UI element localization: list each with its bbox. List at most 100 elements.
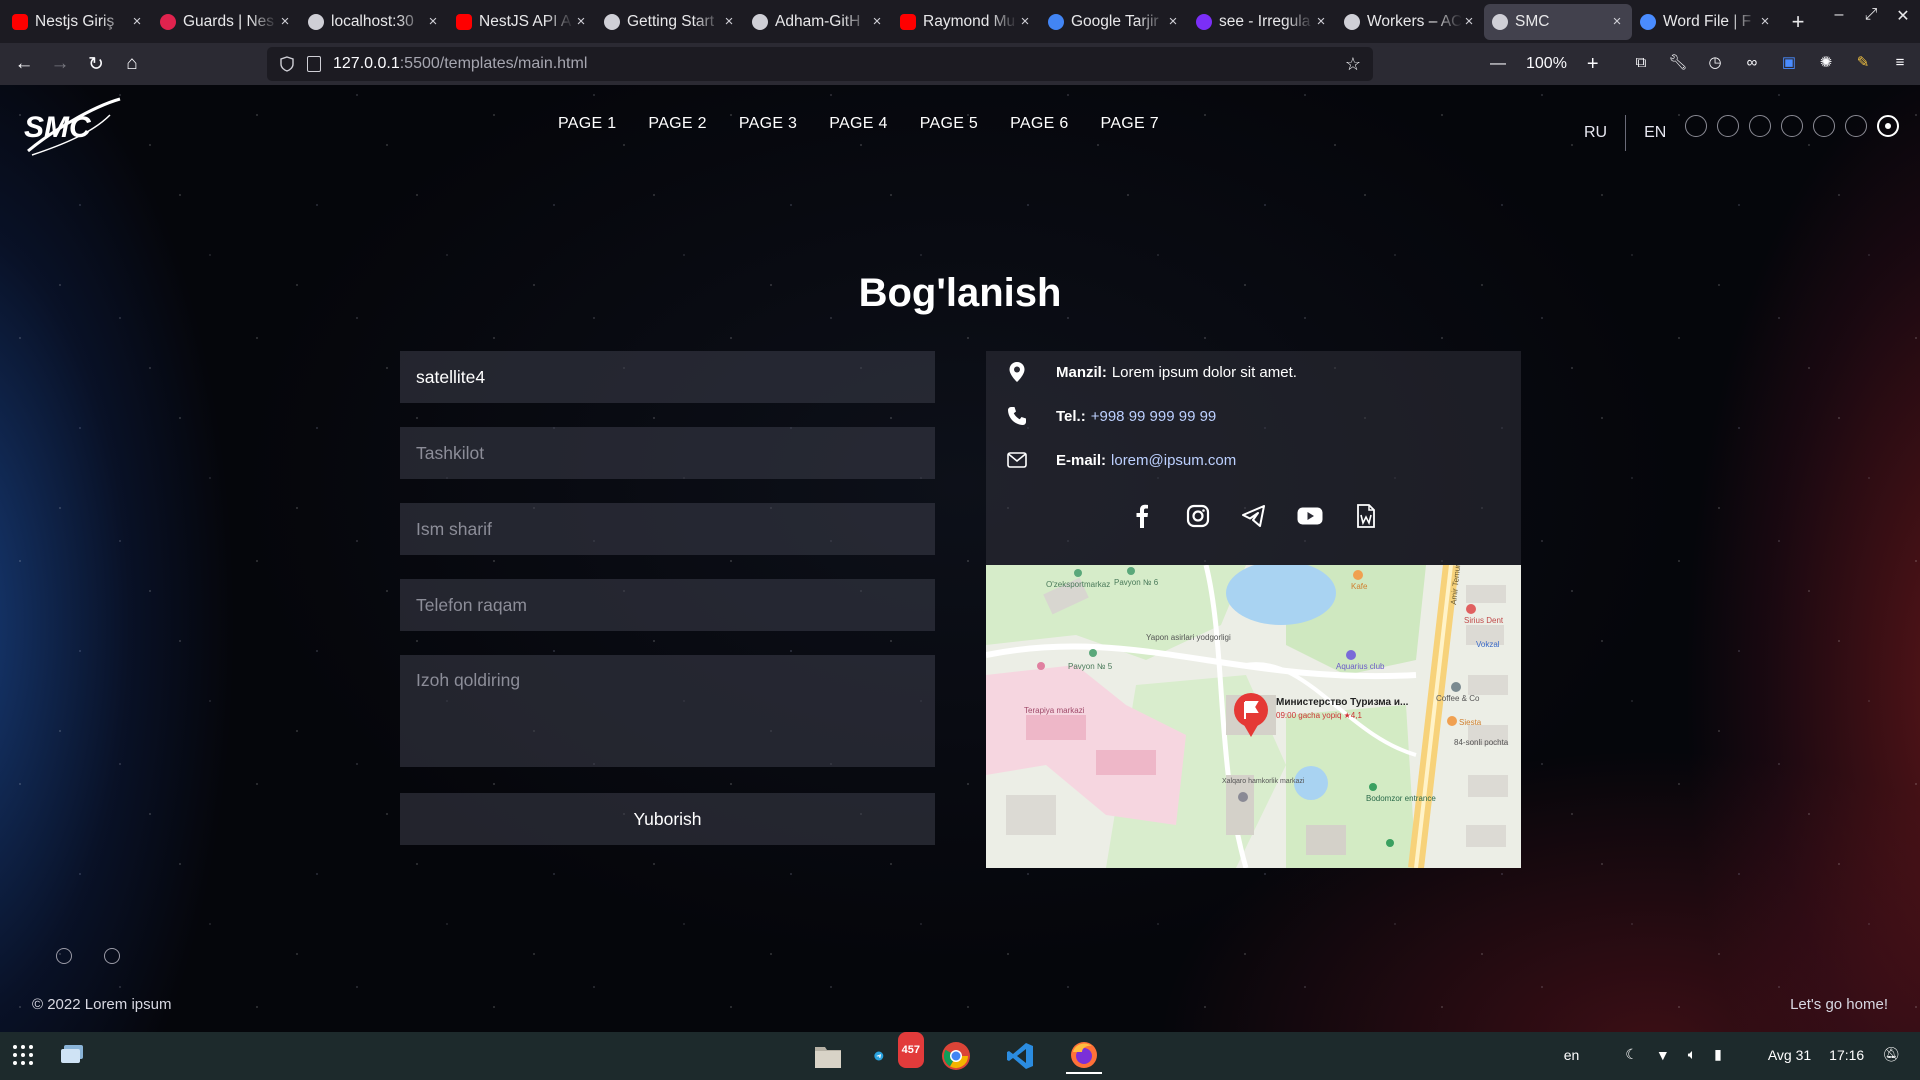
- new-tab-button[interactable]: +: [1780, 4, 1816, 40]
- bookmark-star-icon[interactable]: ☆: [1345, 54, 1361, 75]
- browser-tab-5[interactable]: Getting Start ×: [596, 4, 744, 40]
- firefox-app-icon[interactable]: [1066, 1038, 1102, 1074]
- word-file-icon[interactable]: [1353, 503, 1379, 529]
- wrench-icon[interactable]: 🔧︎: [1667, 51, 1689, 73]
- close-tab-icon[interactable]: ×: [1314, 13, 1328, 30]
- clock-date[interactable]: Avg 31: [1768, 1047, 1811, 1063]
- window-switcher-icon[interactable]: [60, 1044, 84, 1064]
- browser-tab-8[interactable]: Google Tarjir ×: [1040, 4, 1188, 40]
- close-tab-icon[interactable]: ×: [1610, 13, 1624, 30]
- browser-tab-7[interactable]: Raymond Mu ×: [892, 4, 1040, 40]
- close-tab-icon[interactable]: ×: [574, 13, 588, 30]
- page-dot-3[interactable]: [1749, 115, 1771, 137]
- facebook-icon[interactable]: [1129, 503, 1155, 529]
- zoom-in-button[interactable]: +: [1587, 53, 1599, 76]
- menu-icon[interactable]: ≡: [1889, 51, 1911, 73]
- pen-icon[interactable]: ✎: [1852, 51, 1874, 73]
- phone-field[interactable]: Telefon raqam: [400, 579, 935, 631]
- address-bar[interactable]: 127.0.0.1:5500/templates/main.html ☆: [267, 47, 1373, 81]
- nav-link-page-5[interactable]: PAGE 5: [920, 115, 978, 133]
- forward-button[interactable]: →: [42, 46, 78, 82]
- close-tab-icon[interactable]: ×: [722, 13, 736, 30]
- slide-dot-1[interactable]: [56, 948, 72, 964]
- close-tab-icon[interactable]: ×: [426, 13, 440, 30]
- chrome-app-icon[interactable]: [938, 1038, 974, 1074]
- phone-link[interactable]: +998 99 999 99 99: [1091, 408, 1217, 425]
- clock-time[interactable]: 17:16: [1829, 1047, 1864, 1063]
- lang-ru-link[interactable]: RU: [1584, 124, 1607, 142]
- notifications-off-icon[interactable]: 🔕︎: [1882, 1046, 1900, 1063]
- satellite-field[interactable]: satellite4: [400, 351, 935, 403]
- comment-textarea[interactable]: Izoh qoldiring: [400, 655, 935, 767]
- organization-field[interactable]: Tashkilot: [400, 427, 935, 479]
- reload-button[interactable]: ↻: [78, 46, 114, 82]
- night-light-icon[interactable]: ☾: [1625, 1046, 1638, 1063]
- home-button[interactable]: ⌂: [114, 46, 150, 82]
- browser-tab-2[interactable]: Guards | Nes ×: [152, 4, 300, 40]
- browser-tab-12[interactable]: Word File | F ×: [1632, 4, 1780, 40]
- browser-tab-3[interactable]: localhost:30 ×: [300, 4, 448, 40]
- page-dot-1[interactable]: [1685, 115, 1707, 137]
- logo-text: SMC: [24, 111, 92, 144]
- smc-logo[interactable]: SMC: [22, 93, 122, 163]
- back-button[interactable]: ←: [6, 46, 42, 82]
- telegram-app-icon[interactable]: 457: [874, 1032, 924, 1074]
- app-grid-icon[interactable]: [12, 1044, 34, 1066]
- page-dot-7[interactable]: [1877, 115, 1899, 137]
- nav-link-page-7[interactable]: PAGE 7: [1101, 115, 1159, 133]
- volume-icon[interactable]: 🔈︎: [1688, 1046, 1696, 1063]
- page-dot-2[interactable]: [1717, 115, 1739, 137]
- maximize-button[interactable]: ⤢: [1862, 6, 1880, 26]
- close-tab-icon[interactable]: ×: [1758, 13, 1772, 30]
- close-tab-icon[interactable]: ×: [1018, 13, 1032, 30]
- browser-tab-1[interactable]: Nestjs Giriş ×: [4, 4, 152, 40]
- map-label-coffee: Coffee & Co: [1436, 694, 1480, 703]
- close-window-button[interactable]: ✕: [1894, 6, 1912, 26]
- full-name-field[interactable]: Ism sharif: [400, 503, 935, 555]
- home-link[interactable]: Let's go home!: [1790, 996, 1888, 1013]
- nav-link-page-3[interactable]: PAGE 3: [739, 115, 797, 133]
- location-map[interactable]: O'zeksportmarkaz Pavyon № 6 Yapon asirla…: [986, 565, 1521, 868]
- zoom-out-button[interactable]: —: [1490, 55, 1506, 73]
- battery-icon[interactable]: ▮: [1714, 1046, 1722, 1063]
- slide-dot-2[interactable]: [104, 948, 120, 964]
- nav-link-page-6[interactable]: PAGE 6: [1010, 115, 1068, 133]
- map-place-name[interactable]: Министерство Туризма и...: [1276, 697, 1409, 708]
- telegram-icon[interactable]: [1241, 503, 1267, 529]
- browser-tab-9[interactable]: see - Irregula ×: [1188, 4, 1336, 40]
- email-link[interactable]: lorem@ipsum.com: [1111, 452, 1236, 469]
- glasses-icon[interactable]: ∞: [1741, 51, 1763, 73]
- close-tab-icon[interactable]: ×: [870, 13, 884, 30]
- browser-tab-4[interactable]: NestJS API A ×: [448, 4, 596, 40]
- close-tab-icon[interactable]: ×: [278, 13, 292, 30]
- wifi-icon[interactable]: ▼: [1656, 1047, 1670, 1063]
- nav-link-page-2[interactable]: PAGE 2: [648, 115, 706, 133]
- instagram-icon[interactable]: [1185, 503, 1211, 529]
- keyboard-layout[interactable]: en: [1564, 1047, 1580, 1063]
- page-dot-4[interactable]: [1781, 115, 1803, 137]
- history-icon[interactable]: ◷: [1704, 51, 1726, 73]
- nav-link-page-4[interactable]: PAGE 4: [829, 115, 887, 133]
- screenshot-icon[interactable]: ⧉: [1630, 51, 1652, 73]
- close-tab-icon[interactable]: ×: [1166, 13, 1180, 30]
- translate-icon[interactable]: ▣: [1778, 51, 1800, 73]
- extension-gear-icon[interactable]: ✺: [1815, 51, 1837, 73]
- zoom-level[interactable]: 100%: [1520, 51, 1573, 77]
- youtube-icon[interactable]: [1297, 503, 1323, 529]
- browser-tab-11[interactable]: SMC ×: [1484, 3, 1632, 40]
- close-tab-icon[interactable]: ×: [130, 13, 144, 30]
- page-dot-6[interactable]: [1845, 115, 1867, 137]
- close-tab-icon[interactable]: ×: [1462, 13, 1476, 30]
- nav-link-page-1[interactable]: PAGE 1: [558, 115, 616, 133]
- tab-title: see - Irregula: [1219, 12, 1311, 30]
- youtube-icon: [456, 13, 472, 30]
- page-dot-5[interactable]: [1813, 115, 1835, 137]
- browser-tab-6[interactable]: Adham-GitH ×: [744, 4, 892, 40]
- phone-label: Tel.:: [1056, 407, 1086, 425]
- minimize-button[interactable]: –: [1830, 6, 1848, 26]
- submit-button[interactable]: Yuborish: [400, 793, 935, 845]
- vscode-app-icon[interactable]: [1002, 1038, 1038, 1074]
- files-app-icon[interactable]: [810, 1038, 846, 1074]
- lang-en-link[interactable]: EN: [1644, 124, 1666, 142]
- browser-tab-10[interactable]: Workers – AC ×: [1336, 4, 1484, 40]
